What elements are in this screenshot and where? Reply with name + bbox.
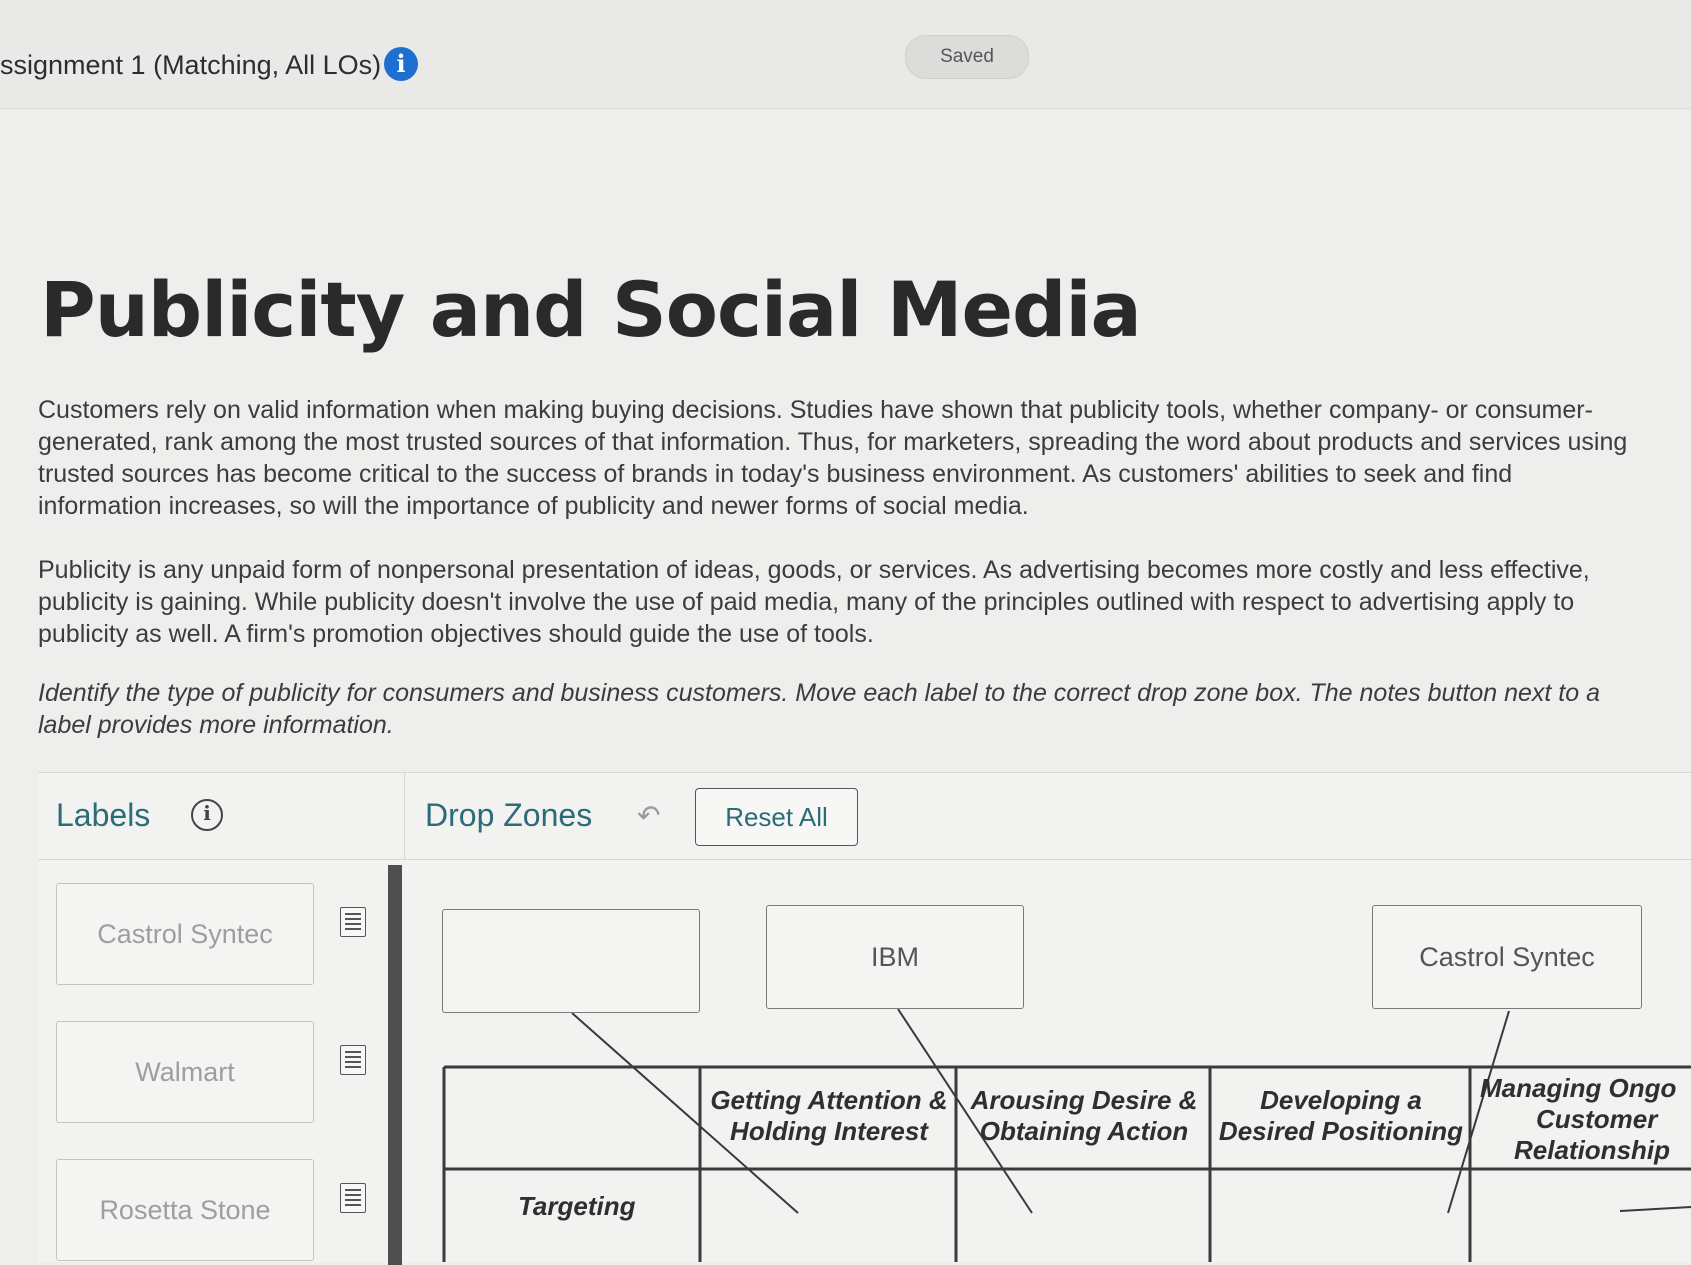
- column-header-line: Customer: [1536, 1104, 1658, 1134]
- column-header-line: Desired Positioning: [1218, 1116, 1464, 1146]
- page-title: Publicity and Social Media: [40, 265, 1142, 354]
- drop-zone-connectors: [442, 1008, 1691, 1262]
- assignment-header: ssignment 1 (Matching, All LOs) i Saved: [0, 0, 1691, 109]
- column-header-line: Getting Attention &: [710, 1085, 948, 1115]
- drop-zone-box[interactable]: Castrol Syntec: [1372, 905, 1642, 1009]
- instructions-paragraph: Identify the type of publicity for consu…: [38, 679, 1600, 739]
- saved-status-badge: Saved: [905, 35, 1029, 79]
- connector-line: [1619, 1206, 1691, 1212]
- intro-paragraph: Customers rely on valid information when…: [38, 396, 1628, 520]
- assignment-title: ssignment 1 (Matching, All LOs): [0, 50, 382, 80]
- info-icon[interactable]: i: [384, 47, 418, 81]
- column-header-line: Managing Ongo: [1480, 1073, 1677, 1103]
- column-header-line: Arousing Desire &: [970, 1085, 1198, 1115]
- column-header-line: Obtaining Action: [979, 1116, 1189, 1146]
- drop-zone-box[interactable]: IBM: [766, 905, 1024, 1009]
- publicity-paragraph: Publicity is any unpaid form of nonperso…: [38, 556, 1590, 648]
- column-header-line: Developing a: [1260, 1085, 1422, 1115]
- drop-zone-box[interactable]: [442, 909, 700, 1013]
- matching-panel: Labels i Drop Zones ↶ Reset All Castrol …: [38, 772, 1691, 1265]
- column-header-line: Relationship: [1514, 1135, 1671, 1165]
- row-header-targeting: Targeting: [518, 1191, 636, 1221]
- column-header: Getting Attention & Holding Interest: [704, 1085, 954, 1147]
- column-header: Managing Ongo Customer Relationship: [1474, 1073, 1691, 1166]
- column-header: Developing a Desired Positioning: [1214, 1085, 1468, 1147]
- column-header: Arousing Desire & Obtaining Action: [960, 1085, 1208, 1147]
- column-header-line: Holding Interest: [730, 1116, 928, 1146]
